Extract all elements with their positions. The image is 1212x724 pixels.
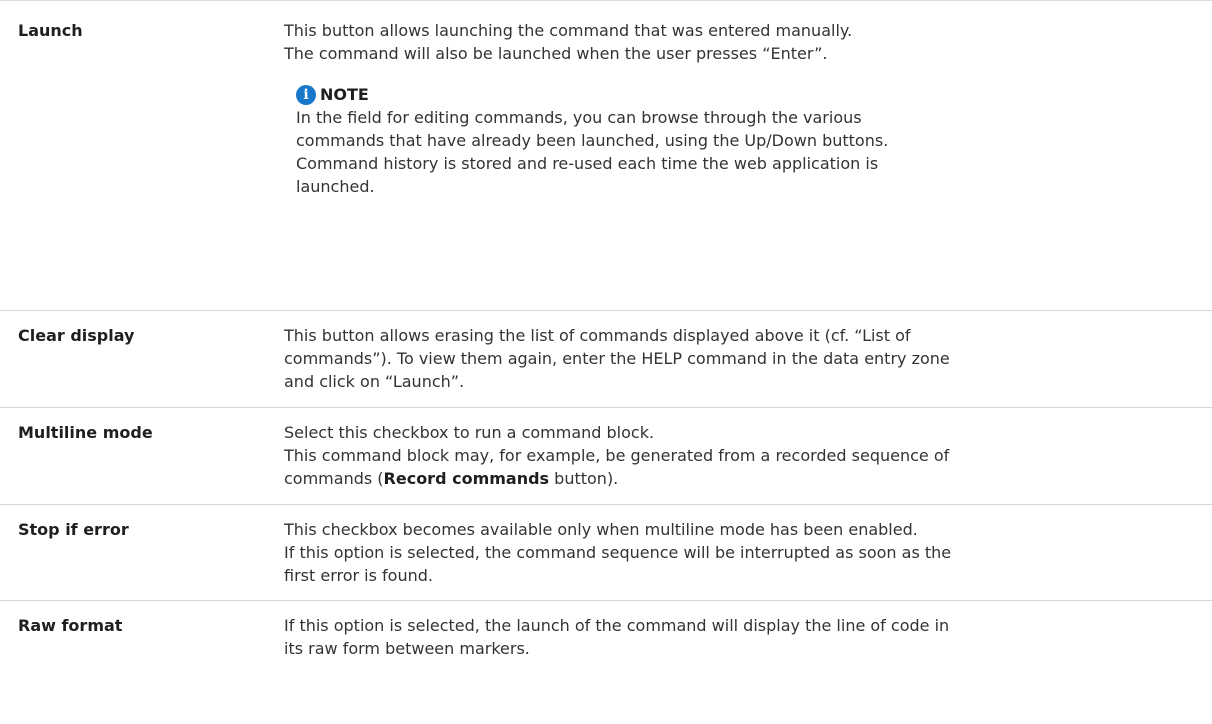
row-term-launch: Launch: [18, 21, 83, 40]
note-line: In the field for editing commands, you c…: [296, 108, 862, 127]
row-description-multiline-mode: Select this checkbox to run a command bl…: [284, 421, 1212, 504]
description-line: If this option is selected, the command …: [284, 543, 952, 562]
table-row: Launch This button allows launching the …: [0, 0, 1212, 310]
info-icon: i: [296, 84, 316, 105]
note-line: commands that have already been launched…: [296, 131, 889, 150]
table-row: Clear display This button allows erasing…: [0, 310, 1212, 407]
description-line: commands (Record commands button).: [284, 467, 1200, 490]
description-line: Select this checkbox to run a command bl…: [284, 423, 655, 442]
row-description-launch: This button allows launching the command…: [284, 19, 1212, 310]
row-term-clear-display: Clear display: [18, 326, 135, 345]
table-row: Multiline mode Select this checkbox to r…: [0, 407, 1212, 504]
note-box: i NOTE In the field for editing commands…: [296, 83, 1200, 198]
table-row: Raw format If this option is selected, t…: [0, 600, 1212, 724]
line-suffix: button).: [549, 469, 619, 488]
row-description-stop-if-error: This checkbox becomes available only whe…: [284, 518, 1212, 600]
row-description-raw-format: If this option is selected, the launch o…: [284, 614, 1212, 724]
note-line: launched.: [296, 177, 375, 196]
description-line: This button allows erasing the list of c…: [284, 326, 911, 345]
line-prefix: commands (: [284, 469, 384, 488]
description-line: first error is found.: [284, 566, 433, 585]
note-header: i NOTE: [296, 83, 1200, 106]
description-line: If this option is selected, the launch o…: [284, 616, 950, 635]
note-label: NOTE: [320, 85, 369, 104]
note-text: In the field for editing commands, you c…: [296, 106, 1200, 198]
description-line: and click on “Launch”.: [284, 372, 465, 391]
table-row: Stop if error This checkbox becomes avai…: [0, 504, 1212, 600]
description-line: This checkbox becomes available only whe…: [284, 520, 918, 539]
row-term-multiline-mode: Multiline mode: [18, 423, 153, 442]
definition-table: Launch This button allows launching the …: [0, 0, 1212, 724]
description-line: The command will also be launched when t…: [284, 44, 828, 63]
description-line: commands”). To view them again, enter th…: [284, 349, 950, 368]
description-line: This command block may, for example, be …: [284, 446, 950, 465]
record-commands-button-ref: Record commands: [383, 469, 550, 488]
row-description-clear-display: This button allows erasing the list of c…: [284, 324, 1212, 407]
description-line: This button allows launching the command…: [284, 21, 853, 40]
note-line: Command history is stored and re-used ea…: [296, 154, 879, 173]
row-term-stop-if-error: Stop if error: [18, 520, 129, 539]
description-line: its raw form between markers.: [284, 639, 530, 658]
row-term-raw-format: Raw format: [18, 616, 123, 635]
